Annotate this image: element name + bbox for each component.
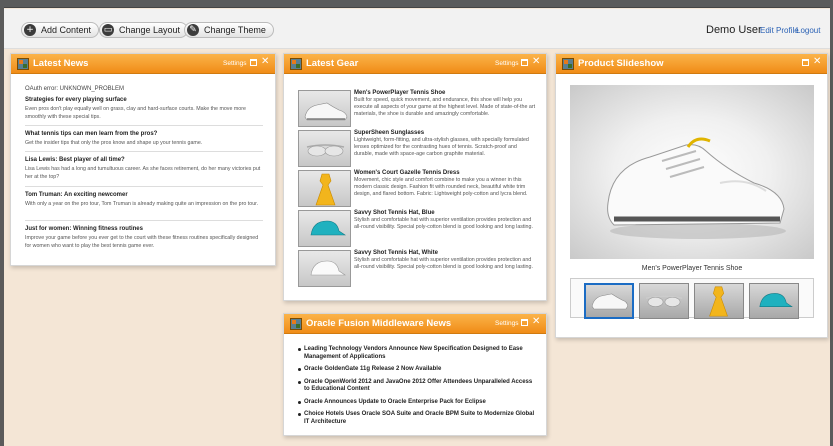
news-desc: Improve your game before you ever get to… — [25, 235, 259, 249]
list-item[interactable]: Oracle OpenWorld 2012 and JavaOne 2012 O… — [298, 379, 538, 394]
settings-link[interactable]: Settings — [495, 320, 519, 327]
news-item: Tom Truman: An exciting newcomer With on… — [25, 192, 263, 208]
panel-icon — [17, 58, 29, 70]
minimize-icon[interactable] — [521, 59, 528, 66]
news-item: Just for women: Winning fitness routines… — [25, 226, 263, 250]
slideshow-main-image[interactable] — [570, 85, 814, 259]
settings-link[interactable]: Settings — [495, 60, 519, 67]
slideshow-caption: Men's PowerPlayer Tennis Shoe — [641, 265, 743, 272]
minimize-icon[interactable] — [521, 319, 528, 326]
divider — [25, 151, 263, 152]
gear-title[interactable]: Men's PowerPlayer Tennis Shoe — [354, 90, 536, 96]
shoe-icon[interactable] — [584, 283, 634, 319]
add-content-button[interactable]: + Add Content — [21, 22, 100, 38]
change-layout-label: Change Layout — [119, 25, 181, 35]
gear-item: Women's Court Gazelle Tennis Dress Movem… — [298, 170, 536, 208]
add-content-label: Add Content — [41, 25, 92, 35]
news-title[interactable]: Just for women: Winning fitness routines — [25, 226, 263, 232]
oracle-fusion-header: Oracle Fusion Middleware News Settings ✕ — [284, 314, 546, 334]
panel-title: Product Slideshow — [578, 58, 664, 69]
latest-gear-header: Latest Gear Settings ✕ — [284, 54, 546, 74]
gear-item: SuperSheen Sunglasses Lightweight, form-… — [298, 130, 536, 168]
change-theme-label: Change Theme — [204, 25, 266, 35]
gear-item: Savvy Shot Tennis Hat, Blue Stylish and … — [298, 210, 536, 248]
gear-desc: Stylish and comfortable hat with superio… — [354, 257, 533, 270]
oracle-fusion-panel: Oracle Fusion Middleware News Settings ✕… — [283, 313, 547, 436]
theme-icon: ✎ — [187, 24, 199, 36]
change-theme-button[interactable]: ✎ Change Theme — [184, 22, 274, 38]
news-item: Lisa Lewis: Best player of all time? Lis… — [25, 157, 263, 181]
top-toolbar: + Add Content ▭ Change Layout ✎ Change T… — [4, 9, 830, 49]
dress-icon[interactable] — [298, 170, 351, 207]
panel-icon — [562, 58, 574, 70]
hat-icon[interactable] — [298, 210, 351, 247]
close-icon[interactable]: ✕ — [261, 56, 269, 67]
list-item[interactable]: Leading Technology Vendors Announce New … — [298, 346, 538, 361]
window-frame-top — [0, 0, 833, 8]
panel-icon — [290, 318, 302, 330]
dress-icon[interactable] — [694, 283, 744, 319]
gear-item: Savvy Shot Tennis Hat, White Stylish and… — [298, 250, 536, 288]
news-title[interactable]: Lisa Lewis: Best player of all time? — [25, 157, 263, 163]
news-desc: Even pros don't play equally well on gra… — [25, 106, 246, 120]
panel-title: Latest Gear — [306, 58, 359, 69]
shoe-icon[interactable] — [298, 90, 351, 127]
gear-desc: Lightweight, form-fitting, and ultra-sty… — [354, 137, 529, 157]
gear-title[interactable]: Women's Court Gazelle Tennis Dress — [354, 170, 536, 176]
plus-icon: + — [24, 24, 36, 36]
news-title[interactable]: Tom Truman: An exciting newcomer — [25, 192, 263, 198]
settings-link[interactable]: Settings — [223, 60, 247, 67]
close-icon[interactable]: ✕ — [532, 56, 540, 67]
list-item[interactable]: Choice Hotels Uses Oracle SOA Suite and … — [298, 411, 538, 426]
news-desc: Lisa Lewis has had a long and tumultuous… — [25, 166, 261, 180]
error-message: OAuth error: UNKNOWN_PROBLEM — [25, 86, 125, 92]
latest-news-header: Latest News Settings ✕ — [11, 54, 275, 74]
user-name: Demo User — [706, 24, 762, 36]
window-frame-left — [0, 0, 4, 446]
panel-title: Oracle Fusion Middleware News — [306, 318, 452, 329]
fusion-news-list: Leading Technology Vendors Announce New … — [298, 346, 538, 431]
news-desc: With only a year on the pro tour, Tom Tr… — [25, 201, 259, 207]
latest-gear-panel: Latest Gear Settings ✕ Men's PowerPlayer… — [283, 53, 547, 301]
news-title[interactable]: What tennis tips can men learn from the … — [25, 131, 263, 137]
minimize-icon[interactable] — [250, 59, 257, 66]
latest-news-panel: Latest News Settings ✕ OAuth error: UNKN… — [10, 53, 276, 266]
news-item: What tennis tips can men learn from the … — [25, 131, 263, 147]
close-icon[interactable]: ✕ — [813, 56, 821, 67]
panel-title: Latest News — [33, 58, 89, 69]
divider — [25, 186, 263, 187]
slideshow-thumbnails — [570, 278, 814, 319]
sunglasses-icon[interactable] — [639, 283, 689, 319]
news-title[interactable]: Strategies for every playing surface — [25, 97, 263, 103]
logout-link[interactable]: Logout — [796, 26, 820, 35]
gear-desc: Built for speed, quick movement, and end… — [354, 97, 536, 117]
change-layout-button[interactable]: ▭ Change Layout — [99, 22, 189, 38]
panel-icon — [290, 58, 302, 70]
shoe-icon — [607, 137, 786, 239]
hat-icon[interactable] — [749, 283, 799, 319]
close-icon[interactable]: ✕ — [532, 316, 540, 327]
gear-title[interactable]: SuperSheen Sunglasses — [354, 130, 536, 136]
gear-title[interactable]: Savvy Shot Tennis Hat, Blue — [354, 210, 536, 216]
product-slideshow-header: Product Slideshow ✕ — [556, 54, 827, 74]
news-item: Strategies for every playing surface Eve… — [25, 97, 263, 121]
list-item[interactable]: Oracle Announces Update to Oracle Enterp… — [298, 399, 538, 407]
news-desc: Get the insider tips that only the pros … — [25, 140, 203, 146]
gear-item: Men's PowerPlayer Tennis Shoe Built for … — [298, 90, 536, 128]
hat-icon[interactable] — [298, 250, 351, 287]
layout-icon: ▭ — [102, 24, 114, 36]
sunglasses-icon[interactable] — [298, 130, 351, 167]
gear-title[interactable]: Savvy Shot Tennis Hat, White — [354, 250, 536, 256]
divider — [25, 125, 263, 126]
list-item[interactable]: Oracle GoldenGate 11g Release 2 Now Avai… — [298, 366, 538, 374]
minimize-icon[interactable] — [802, 59, 809, 66]
edit-profile-link[interactable]: Edit Profile — [760, 26, 799, 35]
product-slideshow-panel: Product Slideshow ✕ Men's PowerPlayer Te… — [555, 53, 828, 338]
gear-desc: Movement, chic style and comfort combine… — [354, 177, 528, 197]
divider — [25, 220, 263, 221]
gear-desc: Stylish and comfortable hat with superio… — [354, 217, 533, 230]
